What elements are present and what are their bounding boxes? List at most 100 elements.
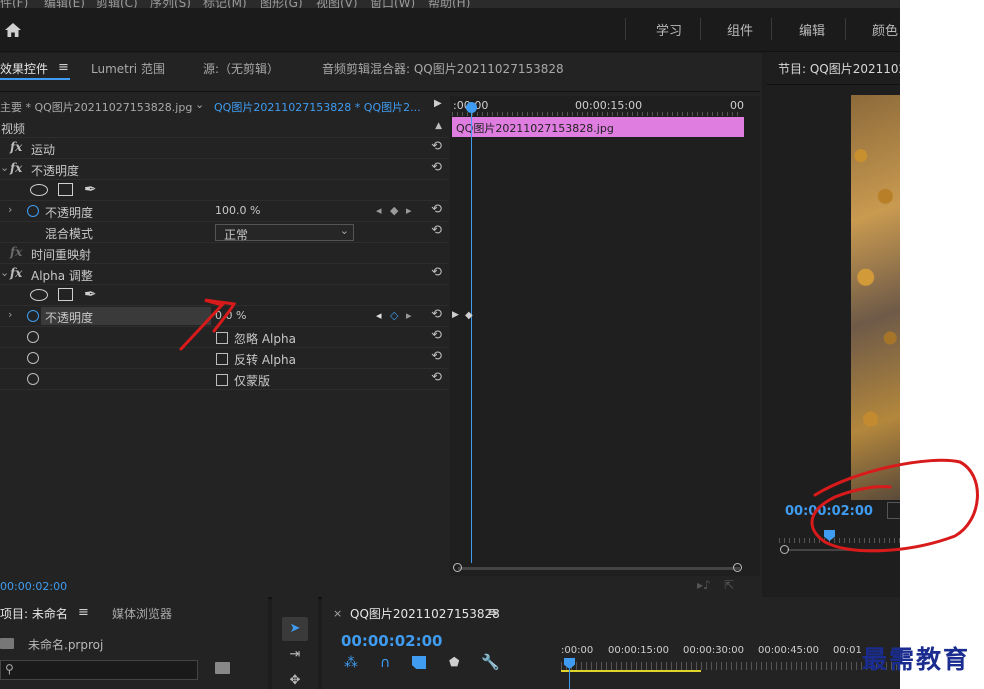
menu-clip[interactable]: 剪辑(C) (96, 0, 138, 8)
menu-sequence[interactable]: 序列(S) (150, 0, 191, 8)
linked-selection-icon[interactable] (412, 656, 426, 669)
workspace-color[interactable]: 颜色 (872, 20, 898, 39)
home-icon[interactable] (4, 22, 22, 38)
clip-bar[interactable]: QQ图片20211027153828.jpg (452, 117, 744, 137)
add-marker-icon[interactable]: ⬟ (449, 655, 459, 669)
stopwatch-icon[interactable] (27, 373, 39, 385)
reset-icon[interactable]: ⟲ (431, 202, 442, 217)
master-clip-label[interactable]: 主要 * QQ图片20211027153828.jpg (0, 99, 192, 115)
sequence-clip-label[interactable]: QQ图片20211027153828 * QQ图片2... (214, 99, 421, 115)
workspace-learn[interactable]: 学习 (656, 20, 682, 39)
ellipse-mask-icon[interactable] (30, 184, 48, 196)
stopwatch-icon[interactable] (27, 205, 39, 217)
playhead-line[interactable] (471, 108, 472, 563)
menu-graphics[interactable]: 图形(G) (260, 0, 303, 8)
effect-motion[interactable]: fx 运动 ⟲ (0, 138, 448, 159)
reset-icon[interactable]: ⟲ (431, 370, 442, 385)
chevron-expanded-icon[interactable]: ⌄ (0, 266, 9, 279)
workspace-assembly[interactable]: 组件 (727, 20, 753, 39)
project-file-name[interactable]: 未命名.prproj (28, 636, 103, 653)
reset-icon[interactable]: ⟲ (431, 265, 442, 280)
mask-only-checkbox[interactable] (216, 374, 228, 386)
effect-timeline-area[interactable] (450, 96, 760, 576)
opacity-value[interactable]: 100.0 % (215, 204, 260, 217)
export-icon[interactable]: ⇱ (724, 578, 734, 592)
ellipse-mask-icon[interactable] (30, 289, 48, 301)
program-timecode[interactable]: 00:00:02:00 (785, 504, 873, 519)
menu-help[interactable]: 帮助(H) (428, 0, 470, 8)
reset-icon[interactable]: ⟲ (431, 307, 442, 322)
menu-markers[interactable]: 标记(M) (203, 0, 247, 8)
menu-edit[interactable]: 编辑(E) (44, 0, 85, 8)
menu-window[interactable]: 窗口(W) (370, 0, 415, 8)
play-audio-icon[interactable]: ▸♪ (697, 578, 711, 592)
scroll-handle-left[interactable] (453, 563, 462, 572)
playhead-handle[interactable] (466, 102, 477, 113)
chevron-right-icon[interactable]: › (8, 308, 12, 321)
chevron-down-icon[interactable]: ⌄ (195, 98, 204, 111)
effect-alpha-adjust[interactable]: ⌄ fx Alpha 调整 ⟲ (0, 264, 448, 285)
program-scrollbar[interactable] (787, 549, 900, 551)
reset-icon[interactable]: ⟲ (431, 328, 442, 343)
fx-icon[interactable]: fx (10, 266, 22, 280)
pen-mask-icon[interactable]: ✒ (84, 180, 97, 198)
tab-media-browser[interactable]: 媒体浏览器 (112, 605, 172, 622)
wrench-icon[interactable]: 🔧 (481, 653, 500, 671)
tab-lumetri-scopes[interactable]: Lumetri 范围 (91, 60, 165, 77)
menu-file[interactable]: 件(F) (0, 0, 28, 8)
program-scroll-handle[interactable] (780, 545, 789, 554)
tab-sequence[interactable]: QQ图片20211027153828 (350, 605, 500, 622)
blend-mode-select[interactable]: 正常 ⌄ (215, 224, 354, 242)
fx-icon[interactable]: fx (10, 161, 22, 175)
fx-icon[interactable]: fx (10, 140, 22, 154)
rectangle-mask-icon[interactable] (58, 183, 73, 196)
alpha-opacity-value[interactable]: 0.0 % (215, 309, 246, 322)
tab-audio-clip-mixer[interactable]: 音频剪辑混合器: QQ图片20211027153828 (322, 60, 564, 77)
panel-menu-icon[interactable]: ≡ (487, 605, 498, 620)
reset-icon[interactable]: ⟲ (431, 139, 442, 154)
stopwatch-icon[interactable] (27, 331, 39, 343)
fit-select[interactable] (887, 502, 900, 519)
stopwatch-icon[interactable] (27, 310, 39, 322)
prev-keyframe-icon[interactable]: ◂ (376, 204, 382, 217)
invert-alpha-checkbox[interactable] (216, 353, 228, 365)
program-title[interactable]: 节目: QQ图片20211027 (778, 60, 900, 77)
stopwatch-icon[interactable] (27, 352, 39, 364)
work-area-bar[interactable] (561, 670, 701, 672)
project-search-input[interactable]: ⚲ (0, 660, 198, 680)
menu-view[interactable]: 视图(V) (316, 0, 358, 8)
effect-time-remap[interactable]: fx 时间重映射 (0, 243, 448, 264)
nest-icon[interactable]: ⁂ (344, 655, 358, 671)
tab-effect-controls[interactable]: 效果控件 (0, 60, 48, 77)
effect-opacity[interactable]: ⌄ fx 不透明度 ⟲ (0, 159, 448, 180)
chevron-expanded-icon[interactable]: ⌄ (0, 161, 9, 174)
keyframe-diamond-icon[interactable]: ◆ (465, 310, 473, 321)
prev-keyframe-icon[interactable]: ◂ (376, 309, 382, 322)
pen-mask-icon[interactable]: ✒ (84, 285, 97, 303)
close-icon[interactable]: × (333, 607, 342, 620)
selection-tool-icon[interactable]: ➤ (283, 618, 307, 640)
new-bin-icon[interactable] (215, 662, 230, 674)
snap-magnet-icon[interactable]: ∩ (380, 655, 390, 671)
add-keyframe-icon[interactable]: ◆ (390, 204, 398, 217)
panel-menu-icon[interactable]: ≡ (58, 60, 69, 75)
tab-project[interactable]: 项目: 未命名 (0, 605, 68, 622)
next-keyframe-icon[interactable]: ▸ (406, 309, 412, 322)
effect-timecode[interactable]: 00:00:02:00 (0, 580, 67, 593)
track-select-tool-icon[interactable]: ⇥ (283, 644, 307, 666)
ignore-alpha-checkbox[interactable] (216, 332, 228, 344)
collapse-up-icon[interactable]: ▲ (435, 121, 442, 131)
timeline-scrollbar[interactable] (458, 567, 740, 570)
reset-icon[interactable]: ⟲ (431, 160, 442, 175)
tab-source[interactable]: 源:（无剪辑） (203, 60, 279, 77)
next-keyframe-icon[interactable]: ▸ (406, 204, 412, 217)
chevron-right-icon[interactable]: › (8, 203, 12, 216)
add-keyframe-icon[interactable]: ◇ (390, 309, 398, 322)
timeline-timecode[interactable]: 00:00:02:00 (341, 632, 443, 650)
scroll-handle-right[interactable] (733, 563, 742, 572)
reset-icon[interactable]: ⟲ (431, 349, 442, 364)
workspace-editing[interactable]: 编辑 (799, 20, 825, 39)
reset-icon[interactable]: ⟲ (431, 223, 442, 238)
ripple-edit-tool-icon[interactable]: ✥ (283, 670, 307, 689)
play-triangle-icon[interactable]: ▶ (434, 98, 442, 109)
